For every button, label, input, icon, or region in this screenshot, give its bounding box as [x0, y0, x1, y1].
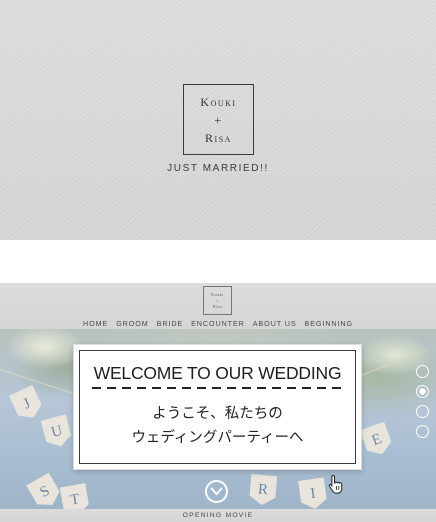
- slide-indicators: [416, 365, 429, 438]
- logo-bride-name: Risa: [205, 130, 232, 145]
- logo-plus: +: [214, 112, 223, 127]
- bunting-pennant: U: [41, 414, 74, 450]
- site-logo[interactable]: Kouki + Risa: [203, 286, 232, 315]
- slide-dot-4[interactable]: [416, 425, 429, 438]
- hero-section: Kouki + Risa JUST MARRIED!!: [0, 0, 436, 240]
- section-gap: [0, 240, 436, 283]
- opening-movie-link[interactable]: OPENING MOVIE: [0, 512, 436, 519]
- welcome-card: WELCOME TO OUR WEDDING ようこそ、私たちの ウェディングパ…: [74, 345, 361, 469]
- nav-bride[interactable]: BRIDE: [157, 319, 183, 328]
- slide-dot-2[interactable]: [416, 385, 429, 398]
- chevron-down-circle-icon[interactable]: [205, 480, 228, 503]
- bunting-pennant: I: [298, 477, 328, 510]
- welcome-jp-line2: ウェディングパーティーへ: [131, 430, 304, 446]
- nav-home[interactable]: HOME: [83, 319, 108, 328]
- welcome-card-frame: WELCOME TO OUR WEDDING ようこそ、私たちの ウェディングパ…: [79, 350, 356, 464]
- welcome-title: WELCOME TO OUR WEDDING: [93, 363, 342, 383]
- dashed-divider: [92, 387, 343, 389]
- nav-encounter[interactable]: ENCOUNTER: [191, 319, 245, 328]
- slide-dot-3[interactable]: [416, 405, 429, 418]
- bunting-pennant: J: [9, 385, 45, 423]
- bunting-pennant: E: [360, 421, 395, 458]
- hero-tagline: JUST MARRIED!!: [167, 163, 269, 174]
- nav-groom[interactable]: GROOM: [116, 319, 148, 328]
- couple-logo: Kouki + Risa: [183, 84, 254, 155]
- bunting-pennant: R: [249, 474, 278, 506]
- site-header: Kouki + Risa HOME GROOM BRIDE ENCOUNTER …: [0, 283, 436, 329]
- site-nav: HOME GROOM BRIDE ENCOUNTER ABOUT US BEGI…: [0, 319, 436, 328]
- bunting-pennant: S: [26, 473, 64, 512]
- site-logo-line: Risa: [212, 303, 223, 309]
- logo-groom-name: Kouki: [200, 94, 237, 109]
- site-footer: OPENING MOVIE: [0, 509, 436, 522]
- nav-beginning[interactable]: BEGINNING: [305, 319, 353, 328]
- site-preview: J U S T R I E Kouki + Risa HOME GROOM BR…: [0, 283, 436, 522]
- slide-dot-1[interactable]: [416, 365, 429, 378]
- hand-pointer-cursor-icon: [327, 474, 345, 499]
- nav-about-us[interactable]: ABOUT US: [253, 319, 297, 328]
- welcome-jp-line1: ようこそ、私たちの: [152, 406, 283, 422]
